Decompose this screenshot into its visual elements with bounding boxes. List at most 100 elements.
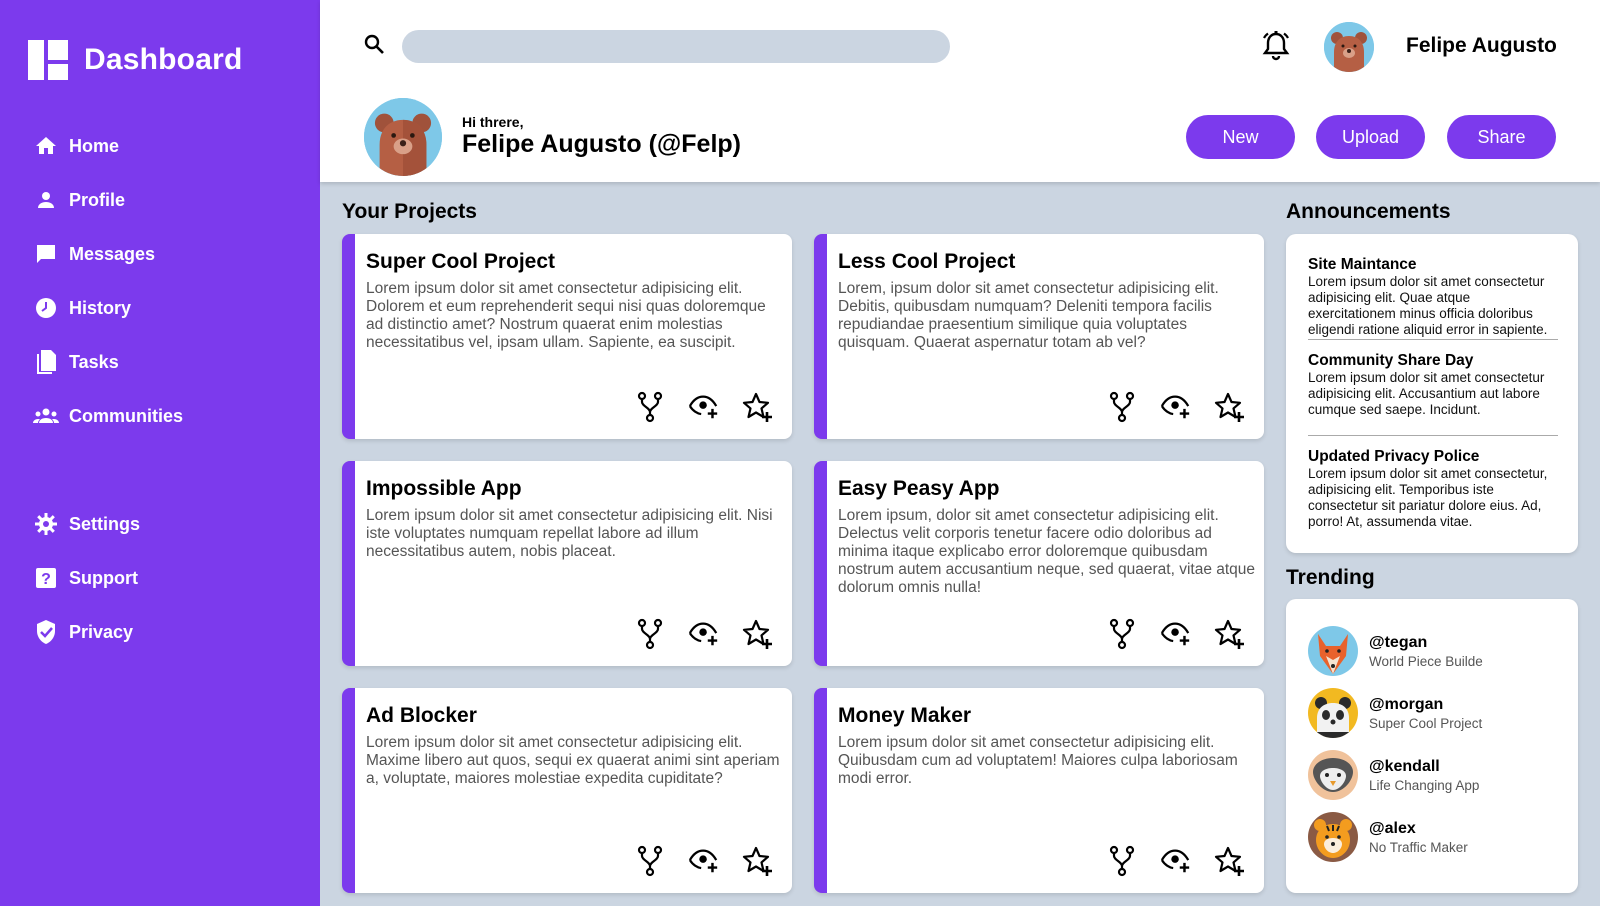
sidebar-item-label: Messages <box>69 243 156 264</box>
tiger-avatar-icon <box>1308 812 1358 862</box>
sidebar-item-privacy[interactable]: Privacy <box>33 616 133 648</box>
fork-icon[interactable] <box>1106 618 1138 650</box>
sidebar-item-label: Support <box>69 567 138 588</box>
project-description: Lorem ipsum dolor sit amet consectetur a… <box>838 734 1238 787</box>
notification-bell-icon[interactable] <box>1258 28 1294 69</box>
project-title: Easy Peasy App <box>838 477 1000 500</box>
profile-avatar <box>364 98 442 176</box>
upload-button[interactable]: Upload <box>1316 115 1425 159</box>
watch-icon[interactable] <box>688 391 720 423</box>
announcement-item[interactable]: Community Share Day Lorem ipsum dolor si… <box>1308 352 1558 418</box>
project-card[interactable]: Super Cool Project Lorem ipsum dolor sit… <box>342 234 792 439</box>
app-title: Dashboard <box>84 43 243 76</box>
search-input[interactable] <box>402 30 950 63</box>
sidebar-item-support[interactable]: ? Support <box>33 562 138 594</box>
fork-icon[interactable] <box>1106 845 1138 877</box>
brand[interactable]: Dashboard <box>28 40 243 80</box>
trending-title: Trending <box>1286 566 1375 589</box>
project-card[interactable]: Ad Blocker Lorem ipsum dolor sit amet co… <box>342 688 792 893</box>
sidebar-item-home[interactable]: Home <box>33 130 119 162</box>
watch-icon[interactable] <box>688 845 720 877</box>
fork-icon[interactable] <box>634 618 666 650</box>
project-card[interactable]: Less Cool Project Lorem, ipsum dolor sit… <box>814 234 1264 439</box>
project-card[interactable]: Impossible App Lorem ipsum dolor sit ame… <box>342 461 792 666</box>
star-add-icon[interactable] <box>742 618 774 650</box>
trending-text: @alex No Traffic Maker <box>1369 820 1468 855</box>
trending-handle: @tegan <box>1369 633 1428 651</box>
project-title: Super Cool Project <box>366 250 556 273</box>
announcements-panel: Site Maintance Lorem ipsum dolor sit ame… <box>1286 234 1578 553</box>
share-button[interactable]: Share <box>1447 115 1556 159</box>
announcement-body: Lorem ipsum dolor sit amet consectetur a… <box>1308 274 1548 337</box>
announcement-item[interactable]: Site Maintance Lorem ipsum dolor sit ame… <box>1308 256 1558 338</box>
project-actions <box>1106 845 1246 877</box>
divider <box>1308 339 1558 340</box>
watch-icon[interactable] <box>688 618 720 650</box>
announcement-title: Site Maintance <box>1308 256 1417 273</box>
project-title: Less Cool Project <box>838 250 1016 273</box>
trending-handle: @kendall <box>1369 757 1440 775</box>
trending-item[interactable]: @morgan Super Cool Project <box>1308 688 1482 738</box>
username[interactable]: Felipe Augusto <box>1406 34 1557 58</box>
trending-item[interactable]: @kendall Life Changing App <box>1308 750 1479 800</box>
sidebar-item-label: Profile <box>69 189 126 210</box>
star-add-icon[interactable] <box>742 391 774 423</box>
trending-text: @morgan Super Cool Project <box>1369 696 1482 731</box>
avatar[interactable] <box>1324 22 1374 72</box>
clock-icon <box>33 295 59 321</box>
fork-icon[interactable] <box>634 391 666 423</box>
search-icon[interactable] <box>362 32 386 61</box>
announcement-title: Community Share Day <box>1308 352 1474 369</box>
watch-icon[interactable] <box>1160 391 1192 423</box>
sidebar-item-label: Settings <box>69 513 141 534</box>
announcement-title: Updated Privacy Police <box>1308 448 1480 465</box>
sidebar-item-communities[interactable]: Communities <box>33 400 183 432</box>
project-title: Ad Blocker <box>366 704 477 727</box>
project-description: Lorem ipsum dolor sit amet consectetur a… <box>366 734 780 787</box>
new-button[interactable]: New <box>1186 115 1295 159</box>
watch-icon[interactable] <box>1160 845 1192 877</box>
trending-text: @kendall Life Changing App <box>1369 758 1479 793</box>
trending-handle: @morgan <box>1369 695 1444 713</box>
sidebar-item-label: History <box>69 297 132 318</box>
star-add-icon[interactable] <box>1214 391 1246 423</box>
sidebar-item-history[interactable]: History <box>33 292 131 324</box>
watch-icon[interactable] <box>1160 618 1192 650</box>
fork-icon[interactable] <box>634 845 666 877</box>
project-actions <box>634 391 774 423</box>
fork-icon[interactable] <box>1106 391 1138 423</box>
project-description: Lorem ipsum, dolor sit amet consectetur … <box>838 507 1256 596</box>
project-actions <box>634 845 774 877</box>
trending-item[interactable]: @alex No Traffic Maker <box>1308 812 1468 862</box>
trending-project: Life Changing App <box>1369 777 1480 793</box>
profile-name: Felipe Augusto (@Felp) <box>462 130 741 158</box>
star-add-icon[interactable] <box>742 845 774 877</box>
gear-icon <box>33 511 59 537</box>
sidebar-item-label: Home <box>69 135 120 156</box>
person-icon <box>33 187 59 213</box>
star-add-icon[interactable] <box>1214 845 1246 877</box>
project-card[interactable]: Easy Peasy App Lorem ipsum, dolor sit am… <box>814 461 1264 666</box>
document-icon <box>33 349 59 375</box>
trending-item[interactable]: @tegan World Piece Builde <box>1308 626 1483 676</box>
project-card[interactable]: Money Maker Lorem ipsum dolor sit amet c… <box>814 688 1264 893</box>
sidebar-item-tasks[interactable]: Tasks <box>33 346 119 378</box>
sidebar-item-label: Communities <box>69 405 184 426</box>
sidebar-item-label: Tasks <box>69 351 119 372</box>
help-icon: ? <box>33 565 59 591</box>
group-icon <box>33 403 59 429</box>
announcement-item[interactable]: Updated Privacy Police Lorem ipsum dolor… <box>1308 448 1558 530</box>
svg-text:?: ? <box>41 571 51 588</box>
sidebar-item-settings[interactable]: Settings <box>33 508 140 540</box>
trending-project: World Piece Builde <box>1369 653 1483 669</box>
project-description: Lorem ipsum dolor sit amet consectetur a… <box>366 280 766 351</box>
sidebar-item-messages[interactable]: Messages <box>33 238 155 270</box>
sidebar-item-profile[interactable]: Profile <box>33 184 125 216</box>
divider <box>1308 435 1558 436</box>
star-add-icon[interactable] <box>1214 618 1246 650</box>
project-title: Money Maker <box>838 704 972 727</box>
trending-project: No Traffic Maker <box>1369 839 1468 855</box>
announcement-body: Lorem ipsum dolor sit amet consectetur a… <box>1308 370 1545 417</box>
penguin-avatar-icon <box>1308 750 1358 800</box>
project-title: Impossible App <box>366 477 522 500</box>
